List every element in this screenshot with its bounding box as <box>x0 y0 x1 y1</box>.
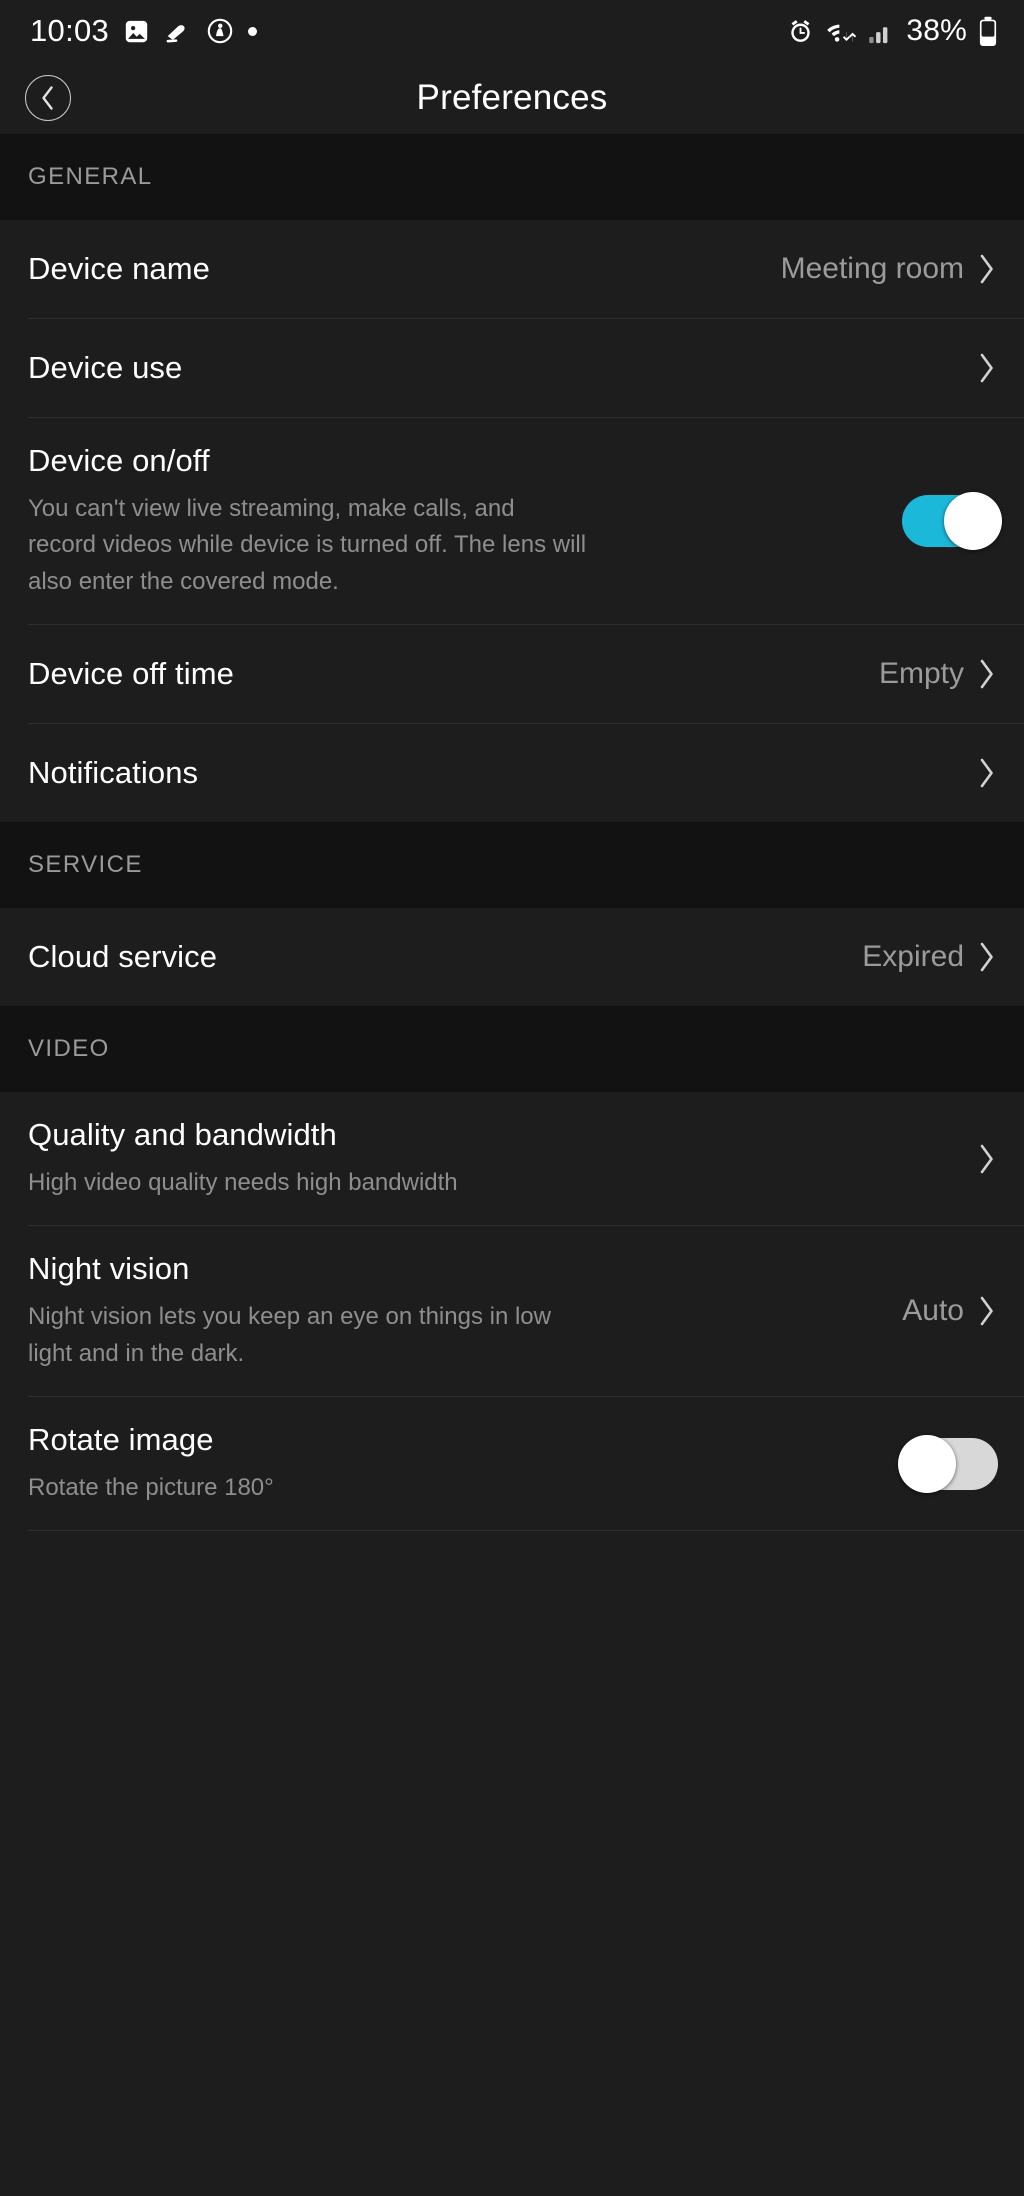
battery-icon <box>978 16 998 47</box>
section-header-label: SERVICE <box>28 851 143 879</box>
row-main: Device use <box>28 325 960 412</box>
section-header-label: VIDEO <box>28 1035 110 1063</box>
row-title: Device name <box>28 250 211 286</box>
row-title: Device use <box>28 349 183 385</box>
back-button[interactable] <box>25 75 71 121</box>
row-night-vision[interactable]: Night vision Night vision lets you keep a… <box>0 1226 1024 1396</box>
chevron-right-icon <box>980 353 993 383</box>
alarm-icon <box>786 17 815 46</box>
row-title: Device on/off <box>28 443 210 478</box>
section-header-general: GENERAL <box>0 134 1024 220</box>
row-trailing: Auto <box>886 1294 998 1328</box>
row-divider <box>28 1530 1024 1532</box>
chevron-right-icon <box>980 1296 993 1326</box>
row-title: Device off time <box>28 655 234 691</box>
row-cloud-service[interactable]: Cloud service Expired <box>0 908 1024 1006</box>
preferences-list: GENERAL Device name Meeting room Device use… <box>0 134 1024 1532</box>
silent-mode-icon <box>164 17 192 45</box>
row-trailing <box>960 756 998 790</box>
section-rows-video: Quality and bandwidth High video quality … <box>0 1092 1024 1532</box>
do-not-disturb-icon <box>206 17 234 45</box>
chevron-right-icon <box>980 254 993 284</box>
toggle-knob <box>898 1434 956 1493</box>
chevron-right-icon <box>980 1144 993 1174</box>
battery-percent-label: 38% <box>906 14 967 47</box>
row-main: Night vision Night vision lets you keep a… <box>28 1226 886 1396</box>
chevron-right-icon <box>980 758 993 788</box>
row-quality-bandwidth[interactable]: Quality and bandwidth High video quality … <box>0 1092 1024 1225</box>
section-header-service: SERVICE <box>0 822 1024 909</box>
toggle-device-on-off[interactable] <box>902 492 1002 551</box>
row-main: Notifications <box>28 730 960 817</box>
row-main: Device off time <box>28 631 863 718</box>
row-value: Expired <box>862 940 964 974</box>
signal-icon <box>868 18 895 45</box>
row-device-use[interactable]: Device use <box>0 319 1024 417</box>
row-trailing <box>960 1142 998 1176</box>
row-trailing <box>886 492 1002 551</box>
row-title: Quality and bandwidth <box>28 1117 337 1153</box>
row-device-off-time[interactable]: Device off time Empty <box>0 625 1024 723</box>
row-trailing: Expired <box>846 940 998 974</box>
row-value: Empty <box>878 657 964 691</box>
row-title: Night vision <box>28 1251 190 1287</box>
row-main: Quality and bandwidth High video quality … <box>28 1092 960 1225</box>
section-header-label: GENERAL <box>28 163 153 190</box>
dot-indicator-icon <box>248 26 258 36</box>
row-trailing <box>960 351 998 385</box>
page-title: Preferences <box>416 78 608 117</box>
row-description: High video quality needs high bandwidth <box>28 1168 458 1196</box>
photo-icon <box>123 18 150 45</box>
row-main: Rotate image Rotate the picture 180° <box>28 1397 886 1530</box>
row-device-name[interactable]: Device name Meeting room <box>0 220 1024 318</box>
chevron-left-icon <box>42 86 53 110</box>
chevron-right-icon <box>980 659 993 689</box>
row-main: Device on/off You can't view live streami… <box>28 418 886 624</box>
row-device-on-off[interactable]: Device on/off You can't view live streami… <box>0 418 1024 624</box>
row-main: Device name <box>28 226 765 313</box>
row-description: You can't view live streaming, make call… <box>28 494 587 595</box>
row-trailing <box>886 1434 998 1493</box>
row-description: Night vision lets you keep an eye on thi… <box>28 1303 551 1367</box>
section-header-video: VIDEO <box>0 1006 1024 1093</box>
row-title: Cloud service <box>28 938 218 974</box>
row-rotate-image[interactable]: Rotate image Rotate the picture 180° <box>0 1397 1024 1530</box>
section-rows-general: Device name Meeting room Device use Device … <box>0 220 1024 823</box>
toggle-knob <box>944 492 1002 551</box>
chevron-right-icon <box>980 942 993 972</box>
status-bar-left: 10:03 <box>30 13 258 49</box>
app-bar: Preferences <box>0 62 1024 134</box>
status-bar: 10:03 38% <box>0 0 1024 62</box>
row-main: Cloud service <box>28 914 846 1001</box>
row-value: Meeting room <box>780 252 964 285</box>
row-description: Rotate the picture 180° <box>28 1473 274 1501</box>
status-bar-right: 38% <box>786 14 998 48</box>
row-value: Auto <box>902 1294 964 1328</box>
row-title: Notifications <box>28 754 199 790</box>
status-bar-clock: 10:03 <box>30 13 110 48</box>
row-notifications[interactable]: Notifications <box>0 724 1024 822</box>
section-rows-service: Cloud service Expired <box>0 908 1024 1007</box>
row-trailing: Empty <box>863 657 998 691</box>
toggle-rotate-image[interactable] <box>898 1434 998 1493</box>
row-trailing: Meeting room <box>765 252 998 286</box>
row-title: Rotate image <box>28 1422 214 1458</box>
wifi-icon <box>826 17 857 46</box>
